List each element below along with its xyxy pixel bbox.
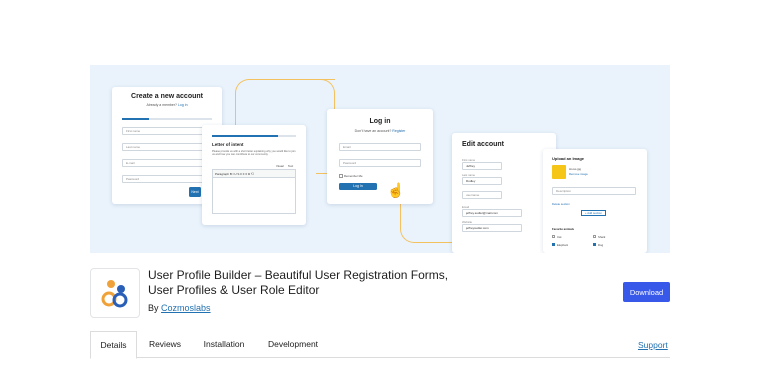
create-account-subtitle: Already a member? Log in [146,103,188,107]
login-email-field[interactable]: Email [339,143,421,151]
letter-title: Letter of intent [212,142,244,147]
animal-checkbox[interactable] [552,235,555,238]
register-link[interactable]: Register [392,129,405,133]
progress-bar [122,118,212,120]
email-field[interactable]: E-mail [122,159,212,167]
edit-website-field[interactable]: jeffreysudler.com [462,224,522,232]
plugin-author: By Cozmoslabs [148,303,211,313]
tab-development[interactable]: Development [262,331,324,358]
upload-title: Upload an Image [552,156,585,161]
plugin-tabs: Details Reviews Installation Development [90,331,670,359]
favorites-title: Favorite animals [552,227,575,231]
progress-bar-fill [122,118,149,120]
progress-bar [212,135,296,137]
first-name-field[interactable]: First name [122,127,212,135]
upload-image-card: Upload an Image Hi-res.jpg Remove image … [543,149,647,253]
editor-tab-visual[interactable]: Visual [276,164,284,168]
plugin-page: Create a new account Already a member? L… [0,0,760,380]
tab-details[interactable]: Details [90,331,137,359]
tab-installation[interactable]: Installation [196,331,252,358]
tab-reviews[interactable]: Reviews [140,331,190,358]
letter-body: Please provide us with a short letter ex… [212,150,296,157]
plugin-title: User Profile Builder – Beautiful User Re… [148,268,449,297]
animal-checkbox[interactable] [552,243,555,246]
progress-bar-fill [212,135,278,137]
editor-tab-text[interactable]: Text [288,164,293,168]
edit-account-card: Edit account First name Jeffrey Last nam… [452,133,556,253]
download-button[interactable]: Download [623,282,670,302]
add-section-button[interactable]: + Add section [581,210,606,216]
login-button[interactable]: Log In [339,183,377,190]
delete-section-link[interactable]: Delete section [552,202,570,206]
plugin-banner: Create a new account Already a member? L… [90,65,670,253]
letter-textarea[interactable] [212,178,296,214]
next-button[interactable]: Next [189,187,201,197]
animal-label: Dog [598,243,604,247]
animal-checkbox[interactable] [593,243,596,246]
login-link[interactable]: Log in [178,103,188,107]
uploaded-image-thumbnail [552,165,566,179]
animal-label: Cat [557,235,562,239]
editor-toolbar[interactable]: Paragraph B I U S ≡ ≡ ≡ ⧉ ⟲ [212,169,296,178]
cozmoslabs-logo-icon [101,280,128,308]
login-subtitle: Don't have an account? Register [354,129,406,133]
plugin-icon [90,268,140,318]
support-link[interactable]: Support [638,340,668,350]
file-name: Hi-res.jpg [569,167,581,171]
remove-image-link[interactable]: Remove image [569,172,588,176]
last-name-field[interactable]: Last name [122,143,212,151]
edit-email-field[interactable]: jeffrey.sudler@mail.com [462,209,522,217]
letter-of-intent-card: Letter of intent Please provide us with … [202,125,306,225]
animal-checkbox[interactable] [593,235,596,238]
login-password-field[interactable]: Password [339,159,421,167]
edit-first-name-field[interactable]: Jeffrey [462,162,502,170]
animal-label: Elephant [557,243,569,247]
remember-label: Remember Me [344,174,363,178]
login-card: Log in Don't have an account? Register E… [327,109,433,204]
remember-checkbox[interactable] [339,174,343,178]
create-account-title: Create a new account [131,93,203,100]
password-field[interactable]: Password [122,175,212,183]
edit-last-name-field[interactable]: Dudley [462,177,502,185]
animal-label: Shark [598,235,606,239]
edit-username-field[interactable]: username [462,191,502,199]
hand-cursor-icon: ☝ [387,182,405,198]
description-field[interactable]: Description [552,187,636,195]
login-title: Log in [369,118,391,125]
author-link[interactable]: Cozmoslabs [161,303,211,313]
edit-account-title: Edit account [462,141,505,148]
